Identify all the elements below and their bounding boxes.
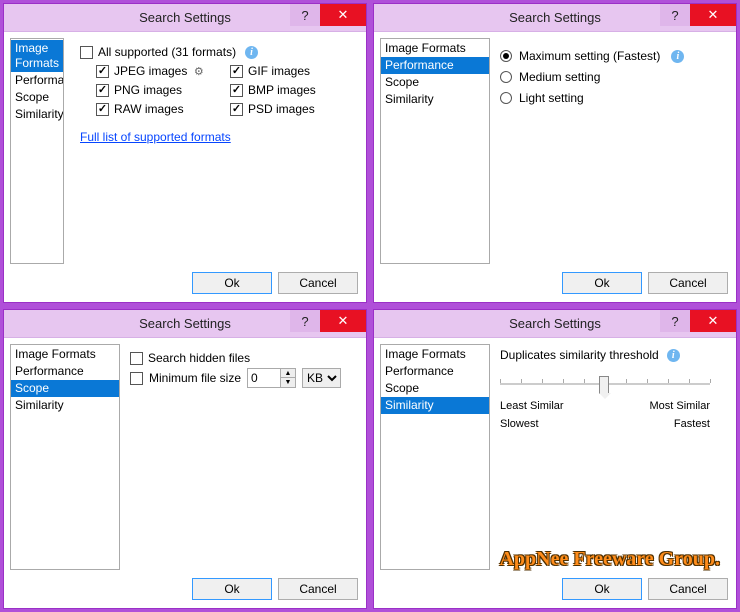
cancel-button[interactable]: Cancel — [278, 578, 358, 600]
label-slowest: Slowest — [500, 418, 539, 430]
label-gif: GIF images — [248, 64, 310, 78]
checkbox-bmp[interactable] — [230, 84, 243, 97]
link-full-format-list[interactable]: Full list of supported formats — [80, 130, 231, 144]
label-hidden-files: Search hidden files — [148, 351, 250, 365]
sidebar-item-image-formats[interactable]: Image Formats — [11, 346, 119, 363]
sidebar-item-similarity[interactable]: Similarity — [11, 106, 63, 123]
sidebar-item-performance[interactable]: Performance — [11, 363, 119, 380]
sidebar: Image Formats Performance Scope Similari… — [380, 38, 490, 264]
dialog-similarity: Search Settings ? ✕ Image Formats Perfor… — [373, 309, 737, 609]
gear-icon[interactable]: ⚙ — [192, 65, 205, 78]
titlebar: Search Settings ? ✕ — [4, 4, 366, 32]
label-fastest: Fastest — [674, 418, 710, 430]
label-raw: RAW images — [114, 102, 184, 116]
checkbox-gif[interactable] — [230, 65, 243, 78]
label-light: Light setting — [519, 91, 584, 105]
label-least-similar: Least Similar — [500, 400, 564, 412]
content-image-formats: All supported (31 formats) i JPEG images… — [64, 38, 360, 264]
label-jpeg: JPEG images — [114, 64, 187, 78]
label-maximum: Maximum setting (Fastest) — [519, 49, 660, 63]
close-button[interactable]: ✕ — [320, 4, 366, 26]
similarity-slider[interactable]: Least Similar Most Similar Slowest Faste… — [500, 374, 710, 430]
min-file-size-spinner[interactable]: ▲ ▼ — [247, 368, 296, 388]
dialog-scope: Search Settings ? ✕ Image Formats Perfor… — [3, 309, 367, 609]
info-icon[interactable]: i — [671, 50, 684, 63]
cancel-button[interactable]: Cancel — [648, 272, 728, 294]
close-button[interactable]: ✕ — [690, 4, 736, 26]
spin-down[interactable]: ▼ — [280, 378, 295, 387]
content-scope: Search hidden files Minimum file size ▲ … — [120, 344, 360, 570]
sidebar-item-similarity[interactable]: Similarity — [11, 397, 119, 414]
sidebar-item-scope[interactable]: Scope — [381, 74, 489, 91]
sidebar-item-image-formats[interactable]: Image Formats — [381, 40, 489, 57]
titlebar: Search Settings ? ✕ — [374, 4, 736, 32]
radio-light[interactable] — [500, 92, 512, 104]
titlebar: Search Settings ? ✕ — [4, 310, 366, 338]
checkbox-raw[interactable] — [96, 103, 109, 116]
ok-button[interactable]: Ok — [562, 272, 642, 294]
min-file-size-input[interactable] — [248, 369, 280, 387]
radio-medium[interactable] — [500, 71, 512, 83]
sidebar-item-performance[interactable]: Performance — [381, 57, 489, 74]
checkbox-psd[interactable] — [230, 103, 243, 116]
sidebar-item-similarity[interactable]: Similarity — [381, 91, 489, 108]
info-icon[interactable]: i — [667, 349, 680, 362]
checkbox-all-supported[interactable] — [80, 46, 93, 59]
checkbox-hidden-files[interactable] — [130, 352, 143, 365]
sidebar-item-scope[interactable]: Scope — [11, 89, 63, 106]
cancel-button[interactable]: Cancel — [648, 578, 728, 600]
close-button[interactable]: ✕ — [690, 310, 736, 332]
radio-maximum[interactable] — [500, 50, 512, 62]
info-icon[interactable]: i — [245, 46, 258, 59]
sidebar-item-image-formats[interactable]: Image Formats — [11, 40, 63, 72]
sidebar-item-scope[interactable]: Scope — [11, 380, 119, 397]
dialog-image-formats: Search Settings ? ✕ Image Formats Perfor… — [3, 3, 367, 303]
ok-button[interactable]: Ok — [562, 578, 642, 600]
help-button[interactable]: ? — [660, 310, 690, 332]
cancel-button[interactable]: Cancel — [278, 272, 358, 294]
sidebar-item-image-formats[interactable]: Image Formats — [381, 346, 489, 363]
close-button[interactable]: ✕ — [320, 310, 366, 332]
spin-up[interactable]: ▲ — [280, 369, 295, 378]
dialog-performance: Search Settings ? ✕ Image Formats Perfor… — [373, 3, 737, 303]
checkbox-jpeg[interactable] — [96, 65, 109, 78]
sidebar-item-performance[interactable]: Performance — [381, 363, 489, 380]
label-medium: Medium setting — [519, 70, 600, 84]
label-min-file-size: Minimum file size — [149, 371, 241, 385]
sidebar: Image Formats Performance Scope Similari… — [10, 38, 64, 264]
unit-select[interactable]: KB — [302, 368, 341, 388]
label-most-similar: Most Similar — [649, 400, 710, 412]
sidebar-item-similarity[interactable]: Similarity — [381, 397, 489, 414]
label-psd: PSD images — [248, 102, 315, 116]
help-button[interactable]: ? — [290, 310, 320, 332]
content-similarity: Duplicates similarity threshold i — [490, 344, 730, 570]
help-button[interactable]: ? — [660, 4, 690, 26]
checkbox-png[interactable] — [96, 84, 109, 97]
sidebar-item-scope[interactable]: Scope — [381, 380, 489, 397]
sidebar-item-performance[interactable]: Performance — [11, 72, 63, 89]
ok-button[interactable]: Ok — [192, 578, 272, 600]
help-button[interactable]: ? — [290, 4, 320, 26]
slider-thumb[interactable] — [599, 376, 609, 394]
label-similarity-heading: Duplicates similarity threshold — [500, 348, 659, 362]
label-png: PNG images — [114, 83, 182, 97]
content-performance: Maximum setting (Fastest) i Medium setti… — [490, 38, 730, 264]
sidebar: Image Formats Performance Scope Similari… — [380, 344, 490, 570]
checkbox-min-file-size[interactable] — [130, 372, 143, 385]
label-bmp: BMP images — [248, 83, 316, 97]
label-all-supported: All supported (31 formats) — [98, 45, 236, 59]
ok-button[interactable]: Ok — [192, 272, 272, 294]
titlebar: Search Settings ? ✕ — [374, 310, 736, 338]
sidebar: Image Formats Performance Scope Similari… — [10, 344, 120, 570]
